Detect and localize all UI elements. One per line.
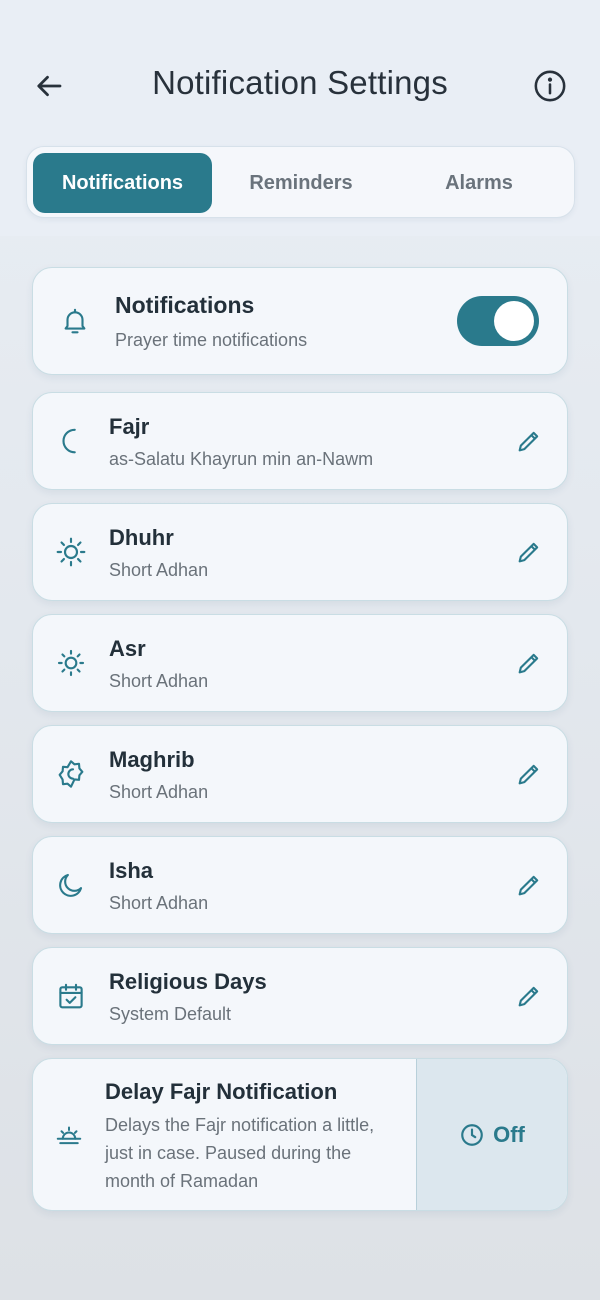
clock-icon [461,1123,483,1146]
pencil-icon[interactable] [513,536,545,568]
prayer-card-dhuhr[interactable]: Dhuhr Short Adhan [32,503,568,601]
tab-reminders[interactable]: Reminders [212,153,390,213]
sunset-star-icon [55,758,87,790]
prayer-name: Dhuhr [109,525,174,550]
pencil-icon[interactable] [513,980,545,1012]
prayer-card-maghrib[interactable]: Maghrib Short Adhan [32,725,568,823]
sun-icon [55,536,87,568]
religious-days-title: Religious Days [109,969,267,994]
sunrise-icon [53,1119,85,1151]
page-title: Notification Settings [152,64,448,101]
moon-icon [55,869,87,901]
crescent-icon [55,425,87,457]
prayer-name: Isha [109,858,154,883]
pencil-icon[interactable] [513,425,545,457]
delay-title: Delay Fajr Notification [105,1079,338,1104]
prayer-sound: as-Salatu Khayrun min an-Nawm [109,449,374,469]
notifications-master-subtitle: Prayer time notifications [115,330,308,350]
prayer-name: Asr [109,636,146,661]
prayer-sound: Short Adhan [109,893,209,913]
pencil-icon[interactable] [513,758,545,790]
notifications-master-card: Notifications Prayer time notifications [32,267,568,375]
info-circle-icon [534,70,566,102]
tab-bar: Notifications Reminders Alarms [26,146,575,218]
religious-days-card[interactable]: Religious Days System Default [32,947,568,1045]
prayer-name: Maghrib [109,747,195,772]
notifications-toggle[interactable] [457,296,539,346]
prayer-card-isha[interactable]: Isha Short Adhan [32,836,568,934]
delay-description: Delays the Fajr notification a little, j… [105,1115,375,1191]
prayer-sound: Short Adhan [109,782,209,802]
prayer-sound: Short Adhan [109,671,209,691]
toggle-knob [494,301,534,341]
delay-value-button[interactable]: Off [416,1059,567,1210]
delay-value: Off [493,1121,525,1147]
top-app-bar: Notification Settings [0,60,600,110]
pencil-icon[interactable] [513,869,545,901]
tab-notifications[interactable]: Notifications [33,153,212,213]
pencil-icon[interactable] [513,647,545,679]
prayer-name: Fajr [109,414,150,439]
delay-fajr-card: Delay Fajr Notification Delays the Fajr … [32,1058,568,1211]
bell-icon [59,305,91,337]
tab-alarms[interactable]: Alarms [390,153,568,213]
prayer-sound: Short Adhan [109,560,209,580]
religious-days-sound: System Default [109,1004,232,1024]
sun-icon [55,647,87,679]
prayer-card-fajr[interactable]: Fajr as-Salatu Khayrun min an-Nawm [32,392,568,490]
prayer-card-asr[interactable]: Asr Short Adhan [32,614,568,712]
calendar-check-icon [55,980,87,1012]
info-button[interactable] [530,66,570,106]
notifications-master-title: Notifications [115,292,255,318]
